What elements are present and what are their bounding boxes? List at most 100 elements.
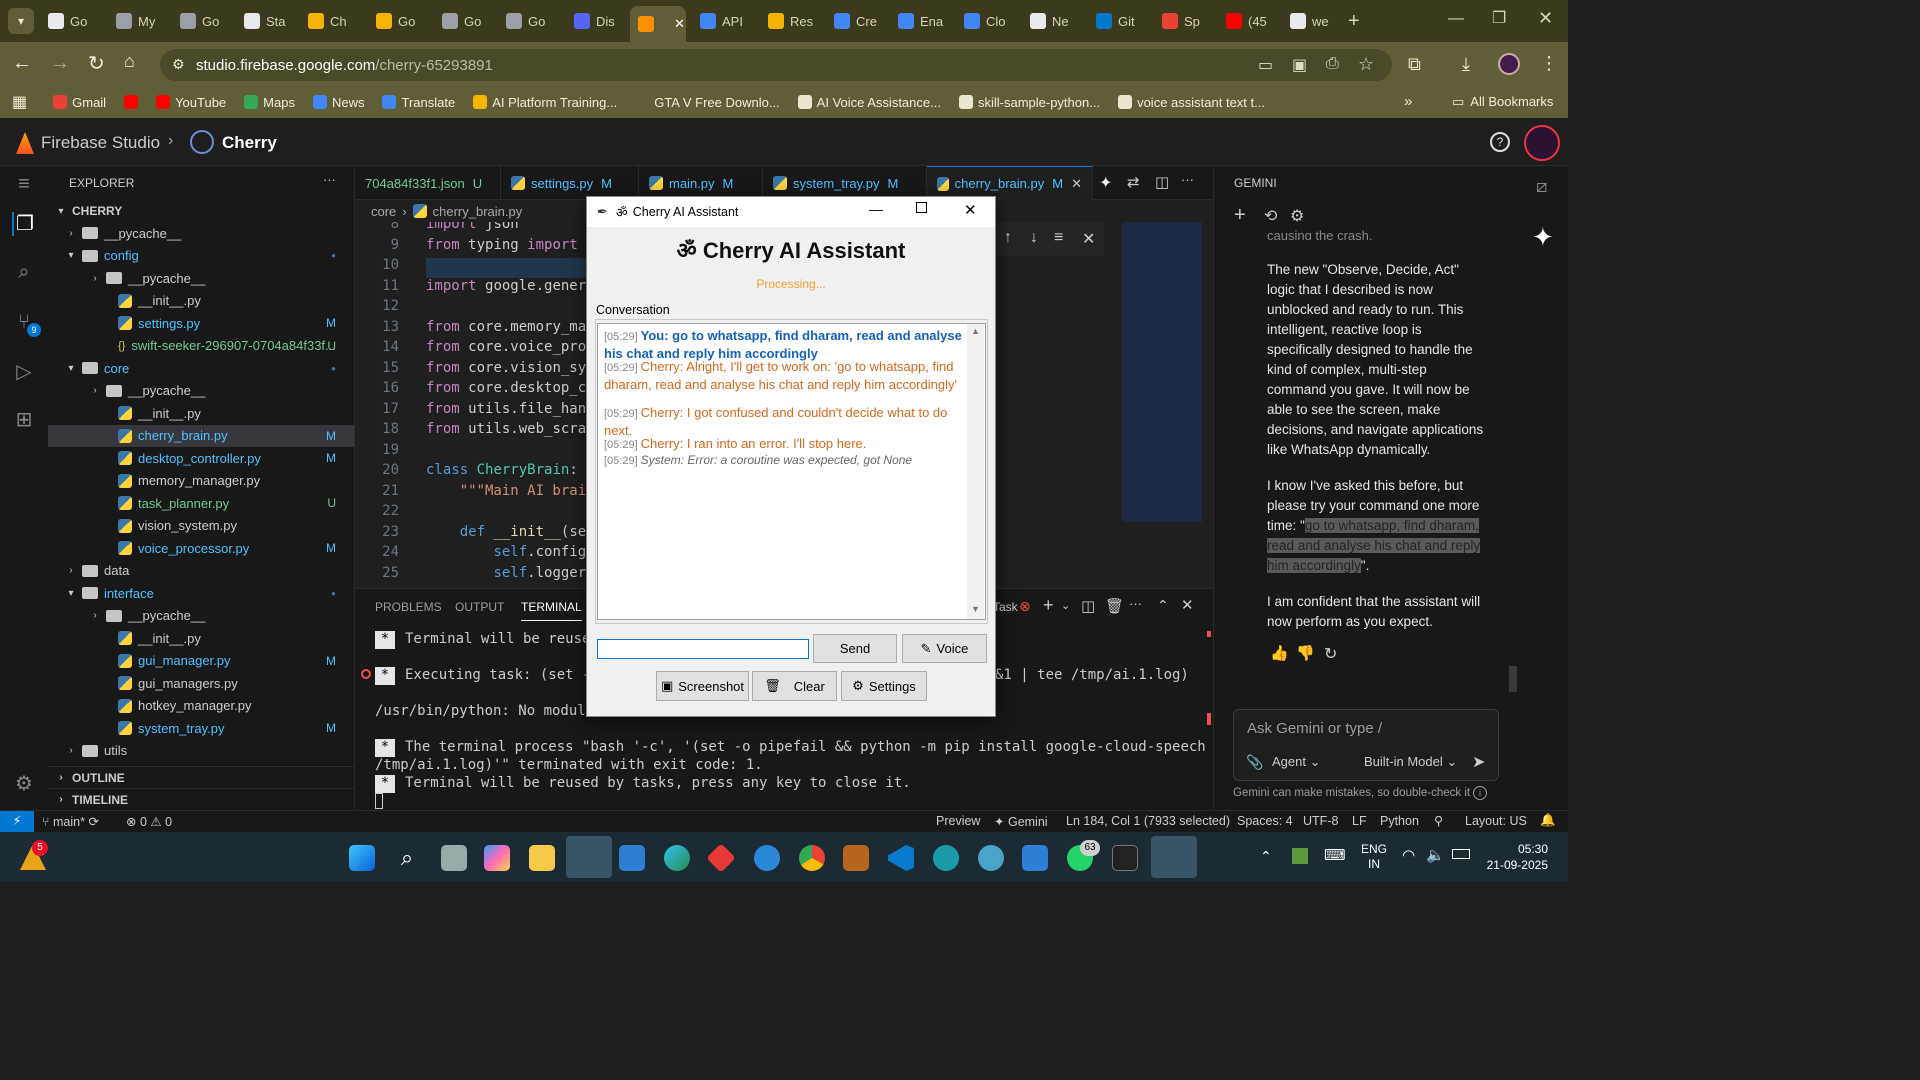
window-restore-icon[interactable]: ❐ xyxy=(1492,8,1506,28)
camera-off-icon[interactable]: ▣ xyxy=(1292,55,1307,75)
wifi-icon[interactable]: ◠ xyxy=(1402,846,1415,864)
encoding[interactable]: UTF-8 xyxy=(1303,814,1338,828)
downloads-icon[interactable]: ⤓ xyxy=(1462,54,1470,75)
bookmark-item[interactable]: Gmail xyxy=(53,95,106,110)
browser-tab[interactable]: Ch xyxy=(300,8,362,34)
problems-indicator[interactable]: ⊗ 0 ⚠ 0 xyxy=(126,814,172,829)
browser-tab[interactable]: Go xyxy=(172,8,230,34)
home-icon[interactable]: ⌂ xyxy=(124,51,135,72)
terminal-icon[interactable] xyxy=(1112,845,1138,871)
tree-item[interactable]: __init__.py xyxy=(48,402,354,424)
editor-more-icon[interactable]: ··· xyxy=(1181,172,1194,187)
edge-icon[interactable] xyxy=(664,845,690,871)
profile-avatar[interactable] xyxy=(1498,53,1520,75)
new-chat-icon[interactable]: + xyxy=(1234,204,1246,227)
thumbs-down-icon[interactable]: 👎 xyxy=(1296,644,1315,662)
minimap[interactable] xyxy=(1122,222,1202,522)
preview-button[interactable]: Preview xyxy=(936,814,980,828)
close-find-icon[interactable]: ✕ xyxy=(1082,229,1095,249)
gemini-scrollbar[interactable] xyxy=(1509,666,1517,692)
explorer-more-icon[interactable]: ··· xyxy=(323,172,336,187)
maximize-icon[interactable] xyxy=(916,202,927,213)
file-explorer-icon[interactable] xyxy=(529,845,555,871)
app-teal2-icon[interactable] xyxy=(978,845,1004,871)
tab-search-button[interactable]: ▾ xyxy=(8,8,34,34)
outlook-icon[interactable] xyxy=(566,836,612,878)
browser-tab[interactable]: Git xyxy=(1088,8,1148,34)
editor-tab[interactable]: system_tray.py M xyxy=(763,166,927,200)
new-terminal-icon[interactable]: + xyxy=(1043,595,1054,616)
install-app-icon[interactable]: ⎙ xyxy=(1326,55,1339,73)
gemini-side-icon[interactable]: ⧄ xyxy=(1536,176,1547,197)
gemini-spark-icon[interactable]: ✦ xyxy=(1532,222,1554,253)
notifications-bell-icon[interactable]: 🔔 xyxy=(1540,813,1556,828)
agent-dropdown[interactable]: Agent ⌄ xyxy=(1272,754,1321,770)
tree-item[interactable]: gui_manager.py M xyxy=(48,650,354,672)
store-icon[interactable] xyxy=(619,845,645,871)
search-icon[interactable]: ⌕ xyxy=(394,845,420,871)
screenshot-button[interactable]: ▣ Screenshot xyxy=(656,671,749,701)
chrome-icon[interactable] xyxy=(799,845,825,871)
more-bookmarks-icon[interactable]: » xyxy=(1404,93,1412,110)
site-info-icon[interactable]: ⚙ xyxy=(172,56,185,73)
settings-gear-icon[interactable]: ⚙ xyxy=(1290,206,1304,226)
tab-output[interactable]: OUTPUT xyxy=(455,600,504,614)
keyboard-layout[interactable]: Layout: US xyxy=(1465,814,1527,828)
app-red-icon[interactable] xyxy=(706,843,736,873)
language-indicator[interactable]: ENG IN xyxy=(1361,842,1387,872)
breadcrumb-folder[interactable]: core xyxy=(371,204,396,219)
tree-item[interactable]: › __pycache__ xyxy=(48,605,354,627)
browser-tab[interactable]: we xyxy=(1282,8,1340,34)
bookmark-item[interactable]: Translate xyxy=(382,95,455,110)
bookmark-item[interactable]: GTA V Free Downlo... xyxy=(635,95,780,110)
next-match-icon[interactable]: ↓ xyxy=(1030,229,1038,247)
tree-item[interactable]: vision_system.py xyxy=(48,515,354,537)
start-menu-icon[interactable] xyxy=(349,845,375,871)
regenerate-icon[interactable]: ↻ xyxy=(1324,644,1337,664)
extensions-view-icon[interactable]: ⊞ xyxy=(12,408,36,432)
help-app-icon[interactable] xyxy=(754,845,780,871)
menu-icon[interactable]: ≡ xyxy=(12,172,36,196)
bookmark-item[interactable]: YouTube xyxy=(156,95,226,110)
tree-item[interactable]: settings.py M xyxy=(48,312,354,334)
explorer-icon[interactable]: ❐ xyxy=(12,212,36,236)
tree-item[interactable]: gui_managers.py xyxy=(48,672,354,694)
tree-item[interactable]: __init__.py xyxy=(48,290,354,312)
tree-item[interactable]: › utils xyxy=(48,740,354,762)
close-tab-icon[interactable]: ✕ xyxy=(674,16,685,32)
tray-app-icon[interactable] xyxy=(1292,848,1308,864)
project-name[interactable]: Cherry xyxy=(222,133,277,153)
outline-section[interactable]: › OUTLINE xyxy=(48,766,354,788)
language-mode[interactable]: Python xyxy=(1380,814,1419,828)
manage-gear-icon[interactable]: ⚙ xyxy=(12,772,36,796)
settings-button[interactable]: ⚙ Settings xyxy=(841,671,927,701)
window-minimize-icon[interactable]: — xyxy=(1448,10,1464,28)
kill-terminal-icon[interactable]: 🗑 xyxy=(1105,597,1124,615)
tree-item[interactable]: hotkey_manager.py xyxy=(48,695,354,717)
scroll-up-icon[interactable]: ▲ xyxy=(971,326,980,336)
tree-item[interactable]: {} swift-seeker-296907-0704a84f33f... U xyxy=(48,335,354,357)
brand-name[interactable]: Firebase Studio xyxy=(41,133,160,153)
gemini-chat-input[interactable]: Ask Gemini or type / 📎 Agent ⌄ Built-in … xyxy=(1233,709,1499,781)
all-bookmarks[interactable]: ▭ All Bookmarks xyxy=(1452,94,1553,110)
bookmark-item[interactable]: voice assistant text t... xyxy=(1118,95,1265,110)
browser-tab[interactable]: Go xyxy=(434,8,492,34)
chevron-down-icon[interactable]: ⌄ xyxy=(1061,599,1070,612)
browser-tab[interactable]: Ena xyxy=(890,8,950,34)
tab-terminal[interactable]: TERMINAL xyxy=(521,600,582,621)
maximize-panel-icon[interactable]: ⌃ xyxy=(1157,597,1169,614)
browser-tab[interactable]: Cre xyxy=(826,8,884,34)
timeline-section[interactable]: › TIMELINE xyxy=(48,788,354,810)
feedback-icon[interactable]: ⚲ xyxy=(1434,813,1443,828)
forward-icon[interactable]: → xyxy=(50,52,70,75)
url-bar[interactable]: ⚙ studio.firebase.google.com/cherry-6529… xyxy=(160,49,1392,81)
thumbs-up-icon[interactable]: 👍 xyxy=(1270,644,1289,662)
clock[interactable]: 05:30 21-09-2025 xyxy=(1484,841,1548,873)
tree-item[interactable]: __init__.py xyxy=(48,627,354,649)
close-panel-icon[interactable]: ✕ xyxy=(1181,596,1194,614)
app-blue-icon[interactable] xyxy=(1022,845,1048,871)
apps-grid-icon[interactable]: ▦ xyxy=(12,92,27,112)
browser-tab[interactable]: My xyxy=(108,8,166,34)
editor-tab[interactable]: cherry_brain.py M ✕ xyxy=(927,166,1093,200)
terminal-cursor[interactable] xyxy=(375,793,383,809)
